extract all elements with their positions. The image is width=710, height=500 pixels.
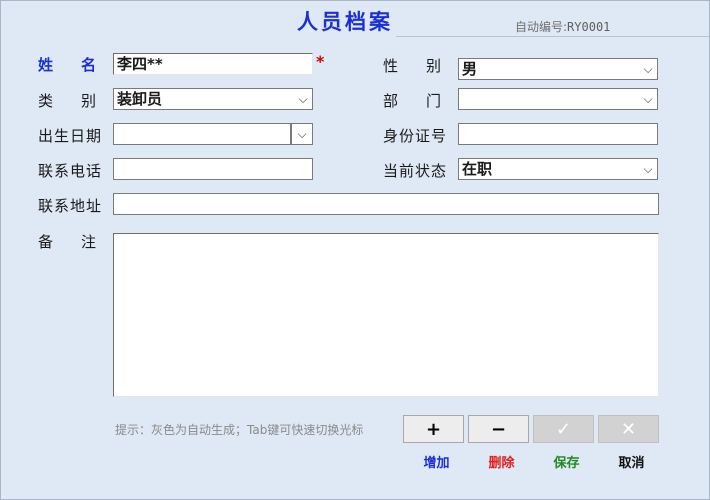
chevron-down-icon[interactable]: ⌵ [291,123,313,145]
chevron-down-icon[interactable]: ⌵ [294,89,312,109]
chevron-down-icon[interactable]: ⌵ [639,159,657,179]
cancel-button[interactable]: ✕ [598,415,659,443]
gender-label: 性别 [383,57,441,75]
dept-label: 部门 [383,92,441,110]
birth-label: 出生日期 [38,127,103,145]
title-divider [396,36,709,37]
add-button[interactable]: + [403,415,464,443]
hint-text: 提示：灰色为自动生成；Tab键可快速切换光标 [115,423,364,437]
form-window: 人员档案 自动编号:RY0001 姓名 李四** * 性别 男 ⌵ 类别 装卸员… [0,0,710,500]
chevron-down-icon[interactable]: ⌵ [639,89,657,109]
status-label: 当前状态 [383,162,448,180]
required-mark: * [316,52,325,71]
save-button[interactable]: ✓ [533,415,594,443]
save-button-label[interactable]: 保存 [536,452,597,471]
name-field[interactable]: 李四** [113,53,313,75]
category-select[interactable]: 装卸员 ⌵ [113,88,313,110]
add-button-label[interactable]: 增加 [406,452,467,471]
category-value: 装卸员 [117,90,163,108]
phone-label: 联系电话 [38,162,103,180]
status-value: 在职 [462,160,493,178]
phone-field[interactable] [113,158,313,180]
remark-label: 备注 [38,233,96,251]
name-label: 姓名 [38,56,96,74]
page-title: 人员档案 [297,10,393,34]
id-no-field[interactable] [458,123,658,145]
cancel-button-label[interactable]: 取消 [601,452,662,471]
category-label: 类别 [38,92,96,110]
delete-button[interactable]: − [468,415,529,443]
remark-textarea[interactable] [113,233,659,397]
birth-field[interactable] [113,123,291,145]
auto-id-value: RY0001 [567,20,611,34]
address-label: 联系地址 [38,197,103,215]
dept-select[interactable]: ⌵ [458,88,658,110]
status-select[interactable]: 在职 ⌵ [458,158,658,180]
auto-id: 自动编号:RY0001 [515,18,610,35]
address-field[interactable] [113,193,659,215]
gender-select[interactable]: 男 ⌵ [458,58,658,80]
delete-button-label[interactable]: 删除 [471,452,532,471]
auto-id-label: 自动编号: [515,20,568,34]
id-no-label: 身份证号 [383,127,448,145]
gender-value: 男 [462,60,478,78]
chevron-down-icon[interactable]: ⌵ [639,59,657,79]
